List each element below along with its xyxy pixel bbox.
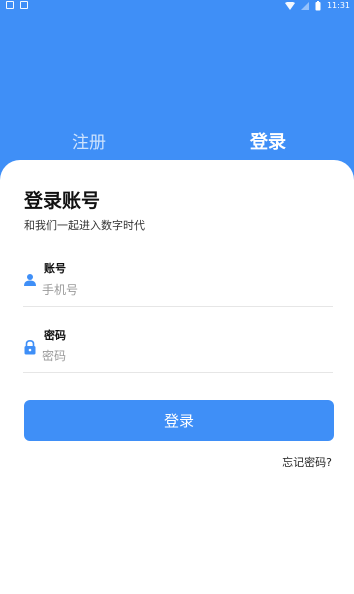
account-input[interactable] xyxy=(42,279,332,301)
battery-icon xyxy=(315,1,321,11)
account-label: 账号 xyxy=(44,262,66,275)
notification-icon xyxy=(6,1,14,9)
tab-register[interactable]: 注册 xyxy=(72,128,106,153)
page-title: 登录账号 xyxy=(24,190,101,212)
status-bar: 11:31 xyxy=(0,0,354,12)
auth-tabs: 注册 登录 xyxy=(0,128,354,156)
password-divider xyxy=(23,372,333,373)
signal-icon xyxy=(300,2,309,10)
wifi-icon xyxy=(284,2,295,10)
forgot-password-link[interactable]: 忘记密码? xyxy=(282,454,332,470)
tab-login[interactable]: 登录 xyxy=(250,128,286,154)
status-time: 11:31 xyxy=(326,1,350,10)
password-input[interactable] xyxy=(42,345,332,367)
user-icon xyxy=(24,274,36,286)
login-card: 登录账号 和我们一起进入数字时代 账号 密码 登录 忘记密码? xyxy=(0,160,354,594)
password-label: 密码 xyxy=(44,329,66,342)
page-subtitle: 和我们一起进入数字时代 xyxy=(24,219,145,232)
lock-icon xyxy=(24,340,36,355)
notification-icon xyxy=(20,1,28,9)
login-button[interactable]: 登录 xyxy=(24,400,334,441)
account-divider xyxy=(23,306,333,307)
